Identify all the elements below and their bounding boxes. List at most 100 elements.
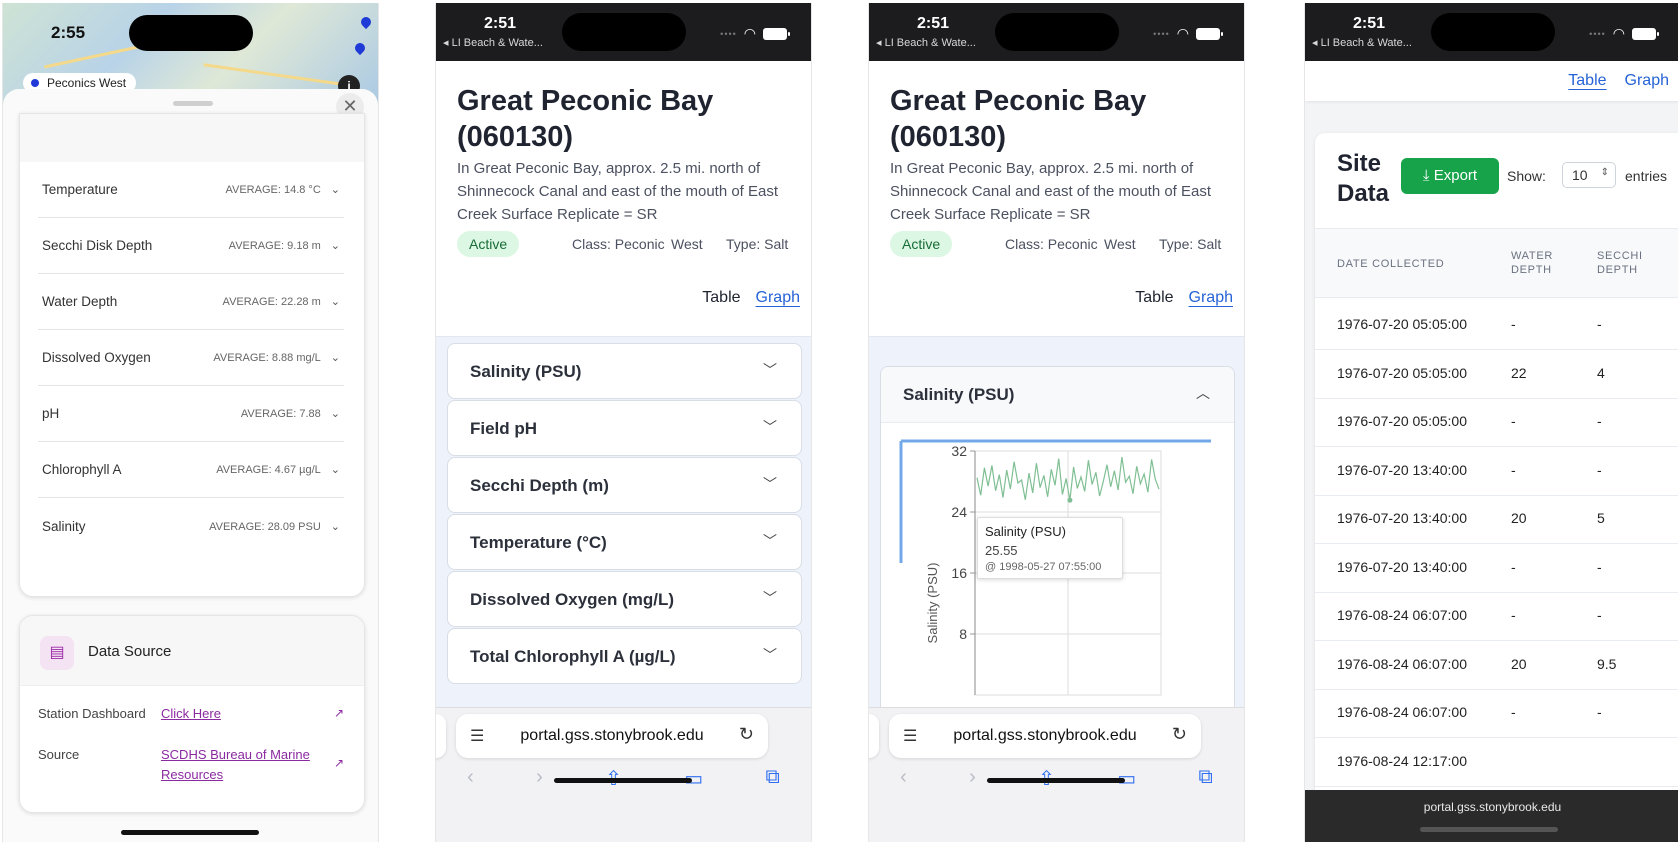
cell-water-depth: -: [1511, 316, 1516, 332]
table-row[interactable]: 1976-08-24 12:17:00: [1315, 735, 1678, 787]
table-row[interactable]: 1976-07-20 05:05:00 22 4: [1315, 347, 1678, 399]
back-icon[interactable]: ‹: [467, 766, 474, 791]
accordion-title[interactable]: Secchi Depth (m): [470, 476, 609, 496]
tooltip-title: Salinity (PSU): [985, 524, 1066, 539]
site-header: Great Peconic Bay (060130) In Great Pecon…: [436, 61, 811, 337]
table-row[interactable]: 1976-08-24 06:07:00 - -: [1315, 589, 1678, 641]
chevron-down-icon[interactable]: ⌄: [331, 521, 340, 533]
accordion-title[interactable]: Dissolved Oxygen (mg/L): [470, 590, 674, 610]
tab-graph[interactable]: Graph: [1625, 72, 1669, 90]
chevron-down-icon[interactable]: ⌄: [331, 240, 340, 252]
chevron-down-icon[interactable]: ﹀: [763, 417, 777, 437]
map-marker-icon[interactable]: [358, 14, 374, 30]
accordion-item[interactable]: Salinity (PSU) ﹀: [447, 343, 802, 399]
chevron-down-icon[interactable]: ⌄: [331, 408, 340, 420]
back-to-app-link[interactable]: ◂ LI Beach & Wate...: [1312, 36, 1412, 49]
chevron-down-icon[interactable]: ﹀: [763, 360, 777, 380]
table-row[interactable]: 1976-07-20 05:05:00 - -: [1315, 298, 1678, 350]
back-icon[interactable]: ‹: [900, 766, 907, 791]
table-row[interactable]: 1976-08-24 06:07:00 - -: [1315, 686, 1678, 738]
table-row[interactable]: 1976-07-20 05:05:00 - -: [1315, 395, 1678, 447]
back-to-app-link[interactable]: ◂ LI Beach & Wate...: [443, 36, 543, 49]
tabs-icon[interactable]: ⧉: [1198, 766, 1212, 791]
accordion-item[interactable]: Secchi Depth (m) ﹀: [447, 457, 802, 513]
reload-icon[interactable]: ↻: [1172, 724, 1187, 745]
cell-water-depth: -: [1511, 413, 1516, 429]
accordion-title[interactable]: Temperature (°C): [470, 533, 607, 553]
accordion-item[interactable]: Field pH ﹀: [447, 400, 802, 456]
tab-graph[interactable]: Graph: [756, 289, 800, 307]
chevron-up-icon[interactable]: ︿: [1196, 383, 1210, 403]
accordion-item[interactable]: Dissolved Oxygen (mg/L) ﹀: [447, 571, 802, 627]
table-row[interactable]: 1976-07-20 13:40:00 20 5: [1315, 492, 1678, 544]
tab-table[interactable]: Table: [702, 289, 740, 307]
sheet-grabber[interactable]: [173, 101, 213, 106]
entries-select-value[interactable]: 10: [1572, 167, 1588, 183]
entries-select[interactable]: 10 ⇕: [1562, 162, 1616, 188]
tab-graph[interactable]: Graph: [1189, 289, 1233, 307]
url-text[interactable]: portal.gss.stonybrook.edu: [456, 727, 768, 745]
accordion-title[interactable]: Salinity (PSU): [903, 385, 1014, 405]
cell-date: 1976-07-20 05:05:00: [1337, 364, 1467, 381]
source-link-line1[interactable]: SCDHS Bureau of Marine: [161, 745, 310, 765]
external-link-icon[interactable]: ↗: [334, 706, 344, 720]
chevron-down-icon[interactable]: ﹀: [763, 531, 777, 551]
source-link[interactable]: SCDHS Bureau of Marine Resources: [161, 745, 310, 785]
site-class: Class: Peconic: [572, 236, 665, 252]
select-arrows-icon[interactable]: ⇕: [1601, 167, 1609, 178]
reload-icon[interactable]: ↻: [739, 724, 754, 745]
accordion-title[interactable]: Total Chlorophyll A (µg/L): [470, 647, 676, 667]
cell-date: 1976-07-20 13:40:00: [1337, 510, 1467, 526]
source-link-line2[interactable]: Resources: [161, 765, 310, 785]
column-water-depth[interactable]: WATER DEPTH: [1511, 249, 1571, 277]
back-to-app-link[interactable]: ◂ LI Beach & Wate...: [876, 36, 976, 49]
previous-tab-pill[interactable]: [869, 714, 879, 758]
stat-row[interactable]: Temperature AVERAGE: 14.8 °C ⌄: [38, 162, 344, 218]
stat-row[interactable]: Chlorophyll A AVERAGE: 4.67 µg/L ⌄: [38, 442, 344, 498]
chevron-down-icon[interactable]: ﹀: [763, 474, 777, 494]
stat-row[interactable]: Dissolved Oxygen AVERAGE: 8.88 mg/L ⌄: [38, 330, 344, 386]
accordion-title[interactable]: Field pH: [470, 419, 537, 439]
stat-row[interactable]: Water Depth AVERAGE: 22.28 m ⌄: [38, 274, 344, 330]
map-marker-icon[interactable]: [352, 40, 368, 56]
stat-row[interactable]: Salinity AVERAGE: 28.09 PSU ⌄: [38, 498, 344, 554]
column-secchi-depth[interactable]: SECCHI DEPTH: [1597, 249, 1657, 277]
url-toast: portal.gss.stonybrook.edu: [1305, 790, 1678, 842]
previous-tab-pill[interactable]: [436, 714, 446, 758]
address-bar[interactable]: ☰ portal.gss.stonybrook.edu ↻: [456, 714, 768, 758]
cell-secchi-depth: -: [1597, 704, 1602, 720]
accordion-title[interactable]: Salinity (PSU): [470, 362, 581, 382]
table-row[interactable]: 1976-07-20 13:40:00 - -: [1315, 541, 1678, 593]
forward-icon[interactable]: ›: [536, 766, 543, 791]
table-row[interactable]: 1976-07-20 13:40:00 - -: [1315, 444, 1678, 496]
signal-icon: ••••: [1589, 28, 1606, 39]
chevron-down-icon[interactable]: ﹀: [763, 588, 777, 608]
chevron-down-icon[interactable]: ⌄: [331, 352, 340, 364]
chevron-down-icon[interactable]: ﹀: [763, 645, 777, 665]
accordion-header[interactable]: Salinity (PSU) ︿: [881, 367, 1234, 423]
tab-table[interactable]: Table: [1135, 289, 1173, 307]
station-dashboard-label: Station Dashboard: [38, 706, 146, 721]
accordion-item[interactable]: Temperature (°C) ﹀: [447, 514, 802, 570]
tabs-icon[interactable]: ⧉: [765, 766, 779, 791]
dynamic-island: [562, 13, 686, 51]
data-source-card: ▤ Data Source Station Dashboard Click He…: [19, 615, 365, 813]
stat-row[interactable]: Secchi Disk Depth AVERAGE: 9.18 m ⌄: [38, 218, 344, 274]
address-bar[interactable]: ☰ portal.gss.stonybrook.edu ↻: [889, 714, 1201, 758]
table-row[interactable]: 1976-08-24 06:07:00 20 9.5: [1315, 638, 1678, 690]
chevron-down-icon[interactable]: ⌄: [331, 296, 340, 308]
accordion-item[interactable]: Total Chlorophyll A (µg/L) ﹀: [447, 628, 802, 684]
tab-table[interactable]: Table: [1568, 72, 1606, 90]
url-text[interactable]: portal.gss.stonybrook.edu: [889, 727, 1201, 745]
view-tabs-bar: Table Graph: [1305, 61, 1678, 101]
external-link-icon[interactable]: ↗: [334, 756, 344, 770]
chevron-down-icon[interactable]: ⌄: [331, 184, 340, 196]
forward-icon[interactable]: ›: [969, 766, 976, 791]
stat-average: AVERAGE: 14.8 °C: [225, 184, 321, 196]
stat-row[interactable]: pH AVERAGE: 7.88 ⌄: [38, 386, 344, 442]
column-date-collected[interactable]: DATE COLLECTED: [1337, 257, 1487, 271]
export-button[interactable]: ⤓ Export: [1401, 158, 1499, 194]
chevron-down-icon[interactable]: ⌄: [331, 464, 340, 476]
station-dashboard-link[interactable]: Click Here: [161, 704, 221, 724]
summary-card-header: [20, 114, 364, 162]
